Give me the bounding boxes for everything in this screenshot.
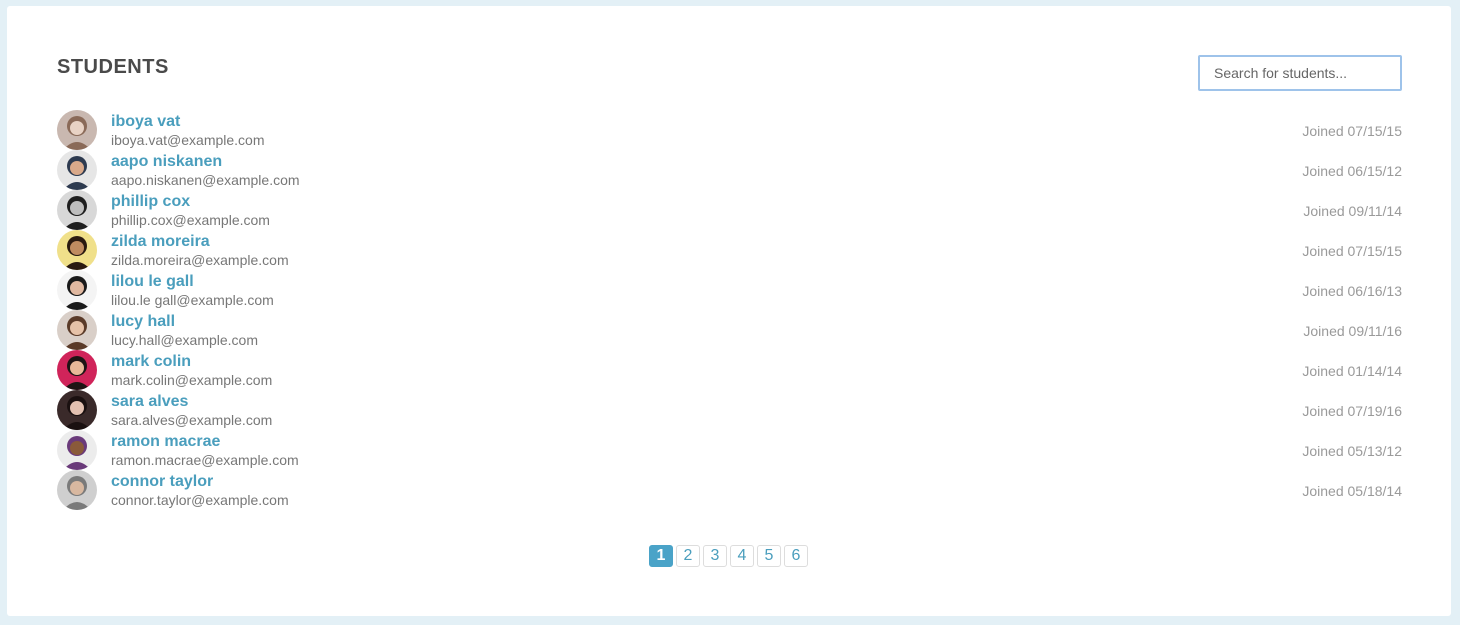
student-row: aapo niskanen aapo.niskanen@example.com … [57, 150, 1402, 190]
joined-date: Joined 06/15/12 [1302, 163, 1402, 179]
student-name-link[interactable]: ramon macrae [111, 433, 220, 451]
student-row: lilou le gall lilou.le gall@example.com … [57, 270, 1402, 310]
page-button-6[interactable]: 6 [784, 545, 808, 567]
student-name-link[interactable]: connor taylor [111, 473, 213, 491]
avatar[interactable] [57, 110, 97, 150]
student-name-link[interactable]: sara alves [111, 393, 188, 411]
student-row: ramon macrae ramon.macrae@example.com Jo… [57, 430, 1402, 470]
pagination: 123456 [649, 545, 810, 567]
student-row: lucy hall lucy.hall@example.com Joined 0… [57, 310, 1402, 350]
page-button-2[interactable]: 2 [676, 545, 700, 567]
student-row: sara alves sara.alves@example.com Joined… [57, 390, 1402, 430]
students-card: STUDENTS iboya vat iboya.vat@example.com… [7, 6, 1451, 616]
student-name-link[interactable]: lucy hall [111, 313, 175, 331]
student-name-link[interactable]: phillip cox [111, 193, 190, 211]
joined-date: Joined 01/14/14 [1302, 363, 1402, 379]
student-email: phillip.cox@example.com [111, 212, 270, 228]
student-row: iboya vat iboya.vat@example.com Joined 0… [57, 110, 1402, 150]
student-name-link[interactable]: iboya vat [111, 113, 180, 131]
page-title: STUDENTS [57, 56, 169, 78]
student-email: ramon.macrae@example.com [111, 452, 299, 468]
joined-date: Joined 09/11/14 [1303, 203, 1402, 219]
page-button-5[interactable]: 5 [757, 545, 781, 567]
avatar[interactable] [57, 230, 97, 270]
student-row: mark colin mark.colin@example.com Joined… [57, 350, 1402, 390]
joined-date: Joined 07/15/15 [1302, 123, 1402, 139]
avatar[interactable] [57, 350, 97, 390]
student-email: connor.taylor@example.com [111, 492, 289, 508]
student-email: aapo.niskanen@example.com [111, 172, 300, 188]
avatar[interactable] [57, 390, 97, 430]
page-button-3[interactable]: 3 [703, 545, 727, 567]
joined-date: Joined 05/18/14 [1302, 483, 1402, 499]
student-name-link[interactable]: lilou le gall [111, 273, 194, 291]
joined-date: Joined 05/13/12 [1302, 443, 1402, 459]
avatar[interactable] [57, 270, 97, 310]
student-email: lucy.hall@example.com [111, 332, 259, 348]
student-email: zilda.moreira@example.com [111, 252, 289, 268]
joined-date: Joined 06/16/13 [1302, 283, 1402, 299]
search-input[interactable] [1198, 55, 1402, 91]
avatar[interactable] [57, 470, 97, 510]
student-name-link[interactable]: zilda moreira [111, 233, 210, 251]
page-button-4[interactable]: 4 [730, 545, 754, 567]
joined-date: Joined 07/19/16 [1302, 403, 1402, 419]
student-row: zilda moreira zilda.moreira@example.com … [57, 230, 1402, 270]
student-email: sara.alves@example.com [111, 412, 273, 428]
joined-date: Joined 07/15/15 [1302, 243, 1402, 259]
student-email: lilou.le gall@example.com [111, 292, 274, 308]
avatar[interactable] [57, 430, 97, 470]
student-row: connor taylor connor.taylor@example.com … [57, 470, 1402, 510]
student-name-link[interactable]: aapo niskanen [111, 153, 222, 171]
avatar[interactable] [57, 310, 97, 350]
student-email: mark.colin@example.com [111, 372, 273, 388]
student-row: phillip cox phillip.cox@example.com Join… [57, 190, 1402, 230]
page-button-1[interactable]: 1 [649, 545, 673, 567]
avatar[interactable] [57, 150, 97, 190]
avatar[interactable] [57, 190, 97, 230]
student-name-link[interactable]: mark colin [111, 353, 191, 371]
joined-date: Joined 09/11/16 [1303, 323, 1402, 339]
student-list: iboya vat iboya.vat@example.com Joined 0… [57, 110, 1402, 510]
student-email: iboya.vat@example.com [111, 132, 265, 148]
